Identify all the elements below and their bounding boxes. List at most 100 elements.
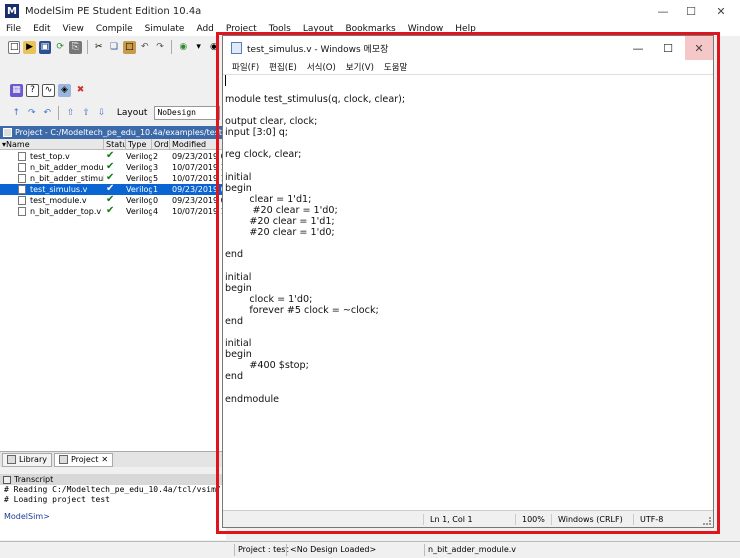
notepad-menu-help[interactable]: 도움말 <box>379 61 412 73</box>
file-type: Verilog <box>126 207 152 216</box>
file-modified: 09/23/2019 01: <box>172 152 226 161</box>
column-name[interactable]: ▾Name <box>0 139 104 150</box>
modelsim-minimize-icon[interactable]: — <box>648 0 678 22</box>
menu-view[interactable]: View <box>57 24 90 34</box>
transcript-line: # Reading C:/Modeltech_pe_edu_10.4a/tcl/… <box>4 485 221 494</box>
notepad-menu-format[interactable]: 서식(O) <box>302 61 341 73</box>
file-type: Verilog <box>126 163 152 172</box>
print-icon[interactable]: ⎘ <box>69 40 82 54</box>
status-encoding: UTF-8 <box>633 514 663 525</box>
modelsim-statusbar: Project : test <No Design Loaded> n_bit_… <box>0 541 740 558</box>
save-icon[interactable]: ▣ <box>38 40 52 54</box>
tab-library[interactable]: Library <box>2 452 52 467</box>
modelsim-close-icon[interactable]: ✕ <box>706 0 736 22</box>
redo-icon[interactable]: ↷ <box>154 41 166 54</box>
column-type[interactable]: Type <box>126 139 152 150</box>
file-name: n_bit_adder_top.v <box>30 207 102 216</box>
toolbar-separator <box>171 40 173 54</box>
reload-icon[interactable]: ⟳ <box>54 41 66 54</box>
notepad-menu-edit[interactable]: 편집(E) <box>264 61 302 73</box>
wave-icon[interactable]: ∿ <box>42 83 55 97</box>
file-name: test_top.v <box>30 152 70 161</box>
status-project: Project : test <box>234 544 289 556</box>
toolbar-separator <box>86 40 88 54</box>
sort-mid-icon[interactable]: ⇧ <box>80 107 92 120</box>
notepad-menu-file[interactable]: 파일(F) <box>227 61 264 73</box>
verilog-source-text: module test_stimulus(q, clock, clear); o… <box>225 94 406 405</box>
menu-help[interactable]: Help <box>449 24 482 34</box>
status-active-file: n_bit_adder_module.v <box>424 544 516 556</box>
menu-project[interactable]: Project <box>220 24 263 34</box>
menu-layout[interactable]: Layout <box>297 24 340 34</box>
notepad-text-area[interactable]: module test_stimulus(q, clock, clear); o… <box>223 74 713 508</box>
column-modified[interactable]: Modified <box>170 139 226 150</box>
tab-library-label: Library <box>19 455 47 464</box>
notepad-window-title: test_simulus.v - Windows 메모장 <box>247 44 389 55</box>
modelsim-secondary-toolbar: ▦ ? ∿ ◈ ✖ <box>0 80 220 100</box>
sort-up-icon[interactable]: ⇧ <box>64 107 76 120</box>
break-icon[interactable]: ✖ <box>74 84 87 97</box>
modelsim-maximize-icon[interactable]: ☐ <box>676 0 706 22</box>
step-into-icon[interactable]: ↷ <box>25 107 37 120</box>
toolbar-separator <box>58 106 60 120</box>
menu-file[interactable]: File <box>0 24 27 34</box>
file-order: 2 <box>153 152 159 161</box>
file-type: Verilog <box>126 196 152 205</box>
file-type: Verilog <box>126 185 152 194</box>
layout-select[interactable]: NoDesign <box>154 106 220 120</box>
step-up-icon[interactable]: ↑ <box>10 107 22 120</box>
menu-compile[interactable]: Compile <box>90 24 139 34</box>
menu-simulate[interactable]: Simulate <box>139 24 191 34</box>
new-file-icon[interactable]: □ <box>8 40 21 54</box>
modelsim-titlebar: M ModelSim PE Student Edition 10.4a — ☐ … <box>0 0 740 22</box>
transcript-pane[interactable]: # Reading C:/Modeltech_pe_edu_10.4a/tcl/… <box>0 485 226 540</box>
menu-bookmarks[interactable]: Bookmarks <box>339 24 401 34</box>
modelsim-menubar: File Edit View Compile Simulate Add Proj… <box>0 22 740 36</box>
project-path: Project - C:/Modeltech_pe_edu_10.4a/exam… <box>15 128 223 137</box>
modelsim-logo-icon: M <box>5 4 19 18</box>
status-check-icon: ✔ <box>106 161 115 172</box>
file-icon <box>18 196 26 205</box>
status-zoom: 100% <box>515 514 545 525</box>
menu-window[interactable]: Window <box>402 24 450 34</box>
library-tab-icon <box>7 455 16 464</box>
column-order[interactable]: Order <box>152 139 170 150</box>
cut-icon[interactable]: ✂ <box>93 41 105 54</box>
column-status[interactable]: Status <box>104 139 126 150</box>
file-name: n_bit_adder_stimul... <box>30 174 104 183</box>
menu-edit[interactable]: Edit <box>27 24 56 34</box>
notepad-close-icon[interactable]: ✕ <box>685 36 713 60</box>
library-icon[interactable]: ▦ <box>10 83 23 97</box>
tab-close-icon[interactable]: ✕ <box>101 455 108 464</box>
transcript-prompt: ModelSim> <box>4 512 50 521</box>
project-column-header: ▾Name Status Type Order Modified <box>0 139 226 150</box>
sort-down-icon[interactable]: ⇩ <box>95 107 107 120</box>
undo-icon[interactable]: ↶ <box>139 41 151 54</box>
resize-grip-icon[interactable] <box>703 517 711 525</box>
menu-add[interactable]: Add <box>190 24 219 34</box>
notepad-minimize-icon[interactable]: — <box>623 36 653 60</box>
project-file-row[interactable]: n_bit_adder_top.v ✔ Verilog 4 10/07/2019… <box>0 205 226 217</box>
menu-tools[interactable]: Tools <box>263 24 297 34</box>
open-folder-icon[interactable]: ▶ <box>23 40 36 54</box>
file-name: n_bit_adder_modul... <box>30 163 104 172</box>
paste-icon[interactable]: □ <box>123 40 136 54</box>
step-over-icon[interactable]: ↶ <box>41 107 53 120</box>
file-icon <box>18 163 26 172</box>
dropdown-arrow-icon[interactable]: ▾ <box>192 41 204 54</box>
help-icon[interactable]: ? <box>26 83 39 97</box>
compile-icon[interactable]: ◉ <box>177 41 189 54</box>
file-icon <box>18 152 26 161</box>
dataflow-icon[interactable]: ◈ <box>58 83 71 97</box>
copy-icon[interactable]: ❏ <box>108 41 120 54</box>
status-check-icon: ✔ <box>106 194 115 205</box>
find-icon[interactable]: ◉ <box>208 41 220 54</box>
file-type: Verilog <box>126 152 152 161</box>
tab-project[interactable]: Project ✕ <box>53 452 114 467</box>
tab-project-label: Project <box>70 455 99 464</box>
notepad-maximize-icon[interactable]: ☐ <box>653 36 683 60</box>
status-check-icon: ✔ <box>106 172 115 183</box>
notepad-window: test_simulus.v - Windows 메모장 — ☐ ✕ 파일(F)… <box>222 35 714 528</box>
notepad-menu-view[interactable]: 보기(V) <box>341 61 379 73</box>
file-order: 1 <box>153 185 159 194</box>
